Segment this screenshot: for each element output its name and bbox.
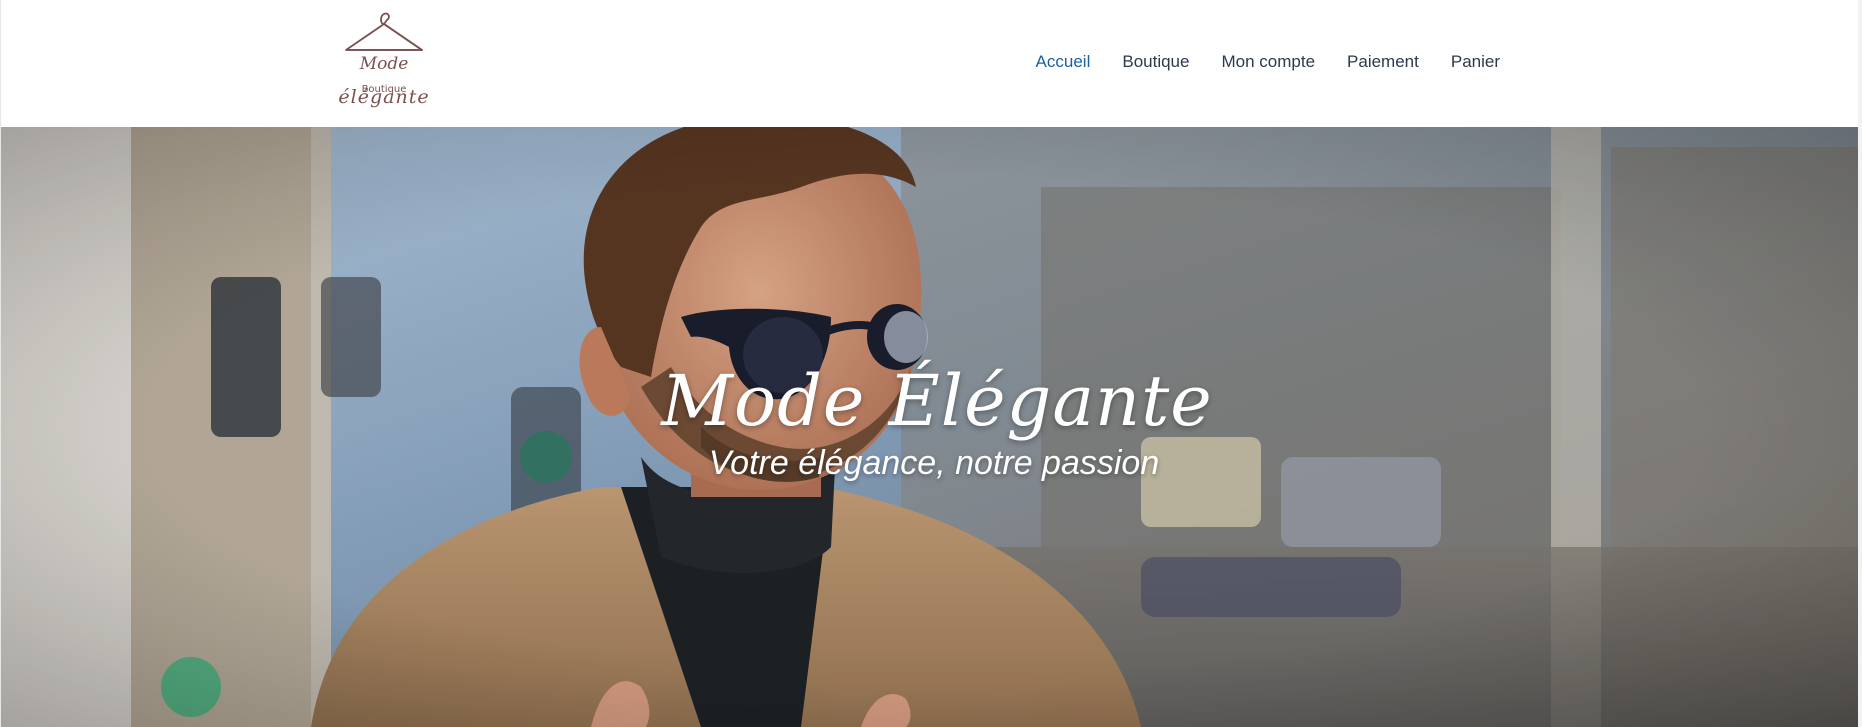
logo-mode-text: Mode — [359, 54, 409, 74]
site-header: Mode Boutique élégante Accueil Boutique … — [1, 0, 1862, 127]
site-logo[interactable]: Mode Boutique élégante — [332, 10, 436, 110]
hero-title: Mode Élégante — [661, 360, 1213, 442]
hero-text-block: Mode Élégante Votre élégance, notre pass… — [1, 359, 1862, 485]
nav-accueil[interactable]: Accueil — [1020, 50, 1107, 74]
page: Mode Boutique élégante Accueil Boutique … — [0, 0, 1862, 727]
logo-elegante-text: élégante — [338, 86, 430, 108]
window-scrollbar[interactable] — [1858, 0, 1862, 727]
nav-paiement[interactable]: Paiement — [1331, 50, 1435, 74]
hero-banner: Mode Élégante Votre élégance, notre pass… — [1, 127, 1862, 727]
nav-panier[interactable]: Panier — [1435, 50, 1516, 74]
nav-mon-compte[interactable]: Mon compte — [1205, 50, 1331, 74]
hero-subtitle: Votre élégance, notre passion — [708, 444, 1160, 482]
nav-boutique[interactable]: Boutique — [1106, 50, 1205, 74]
main-nav: Accueil Boutique Mon compte Paiement Pan… — [1020, 50, 1516, 74]
